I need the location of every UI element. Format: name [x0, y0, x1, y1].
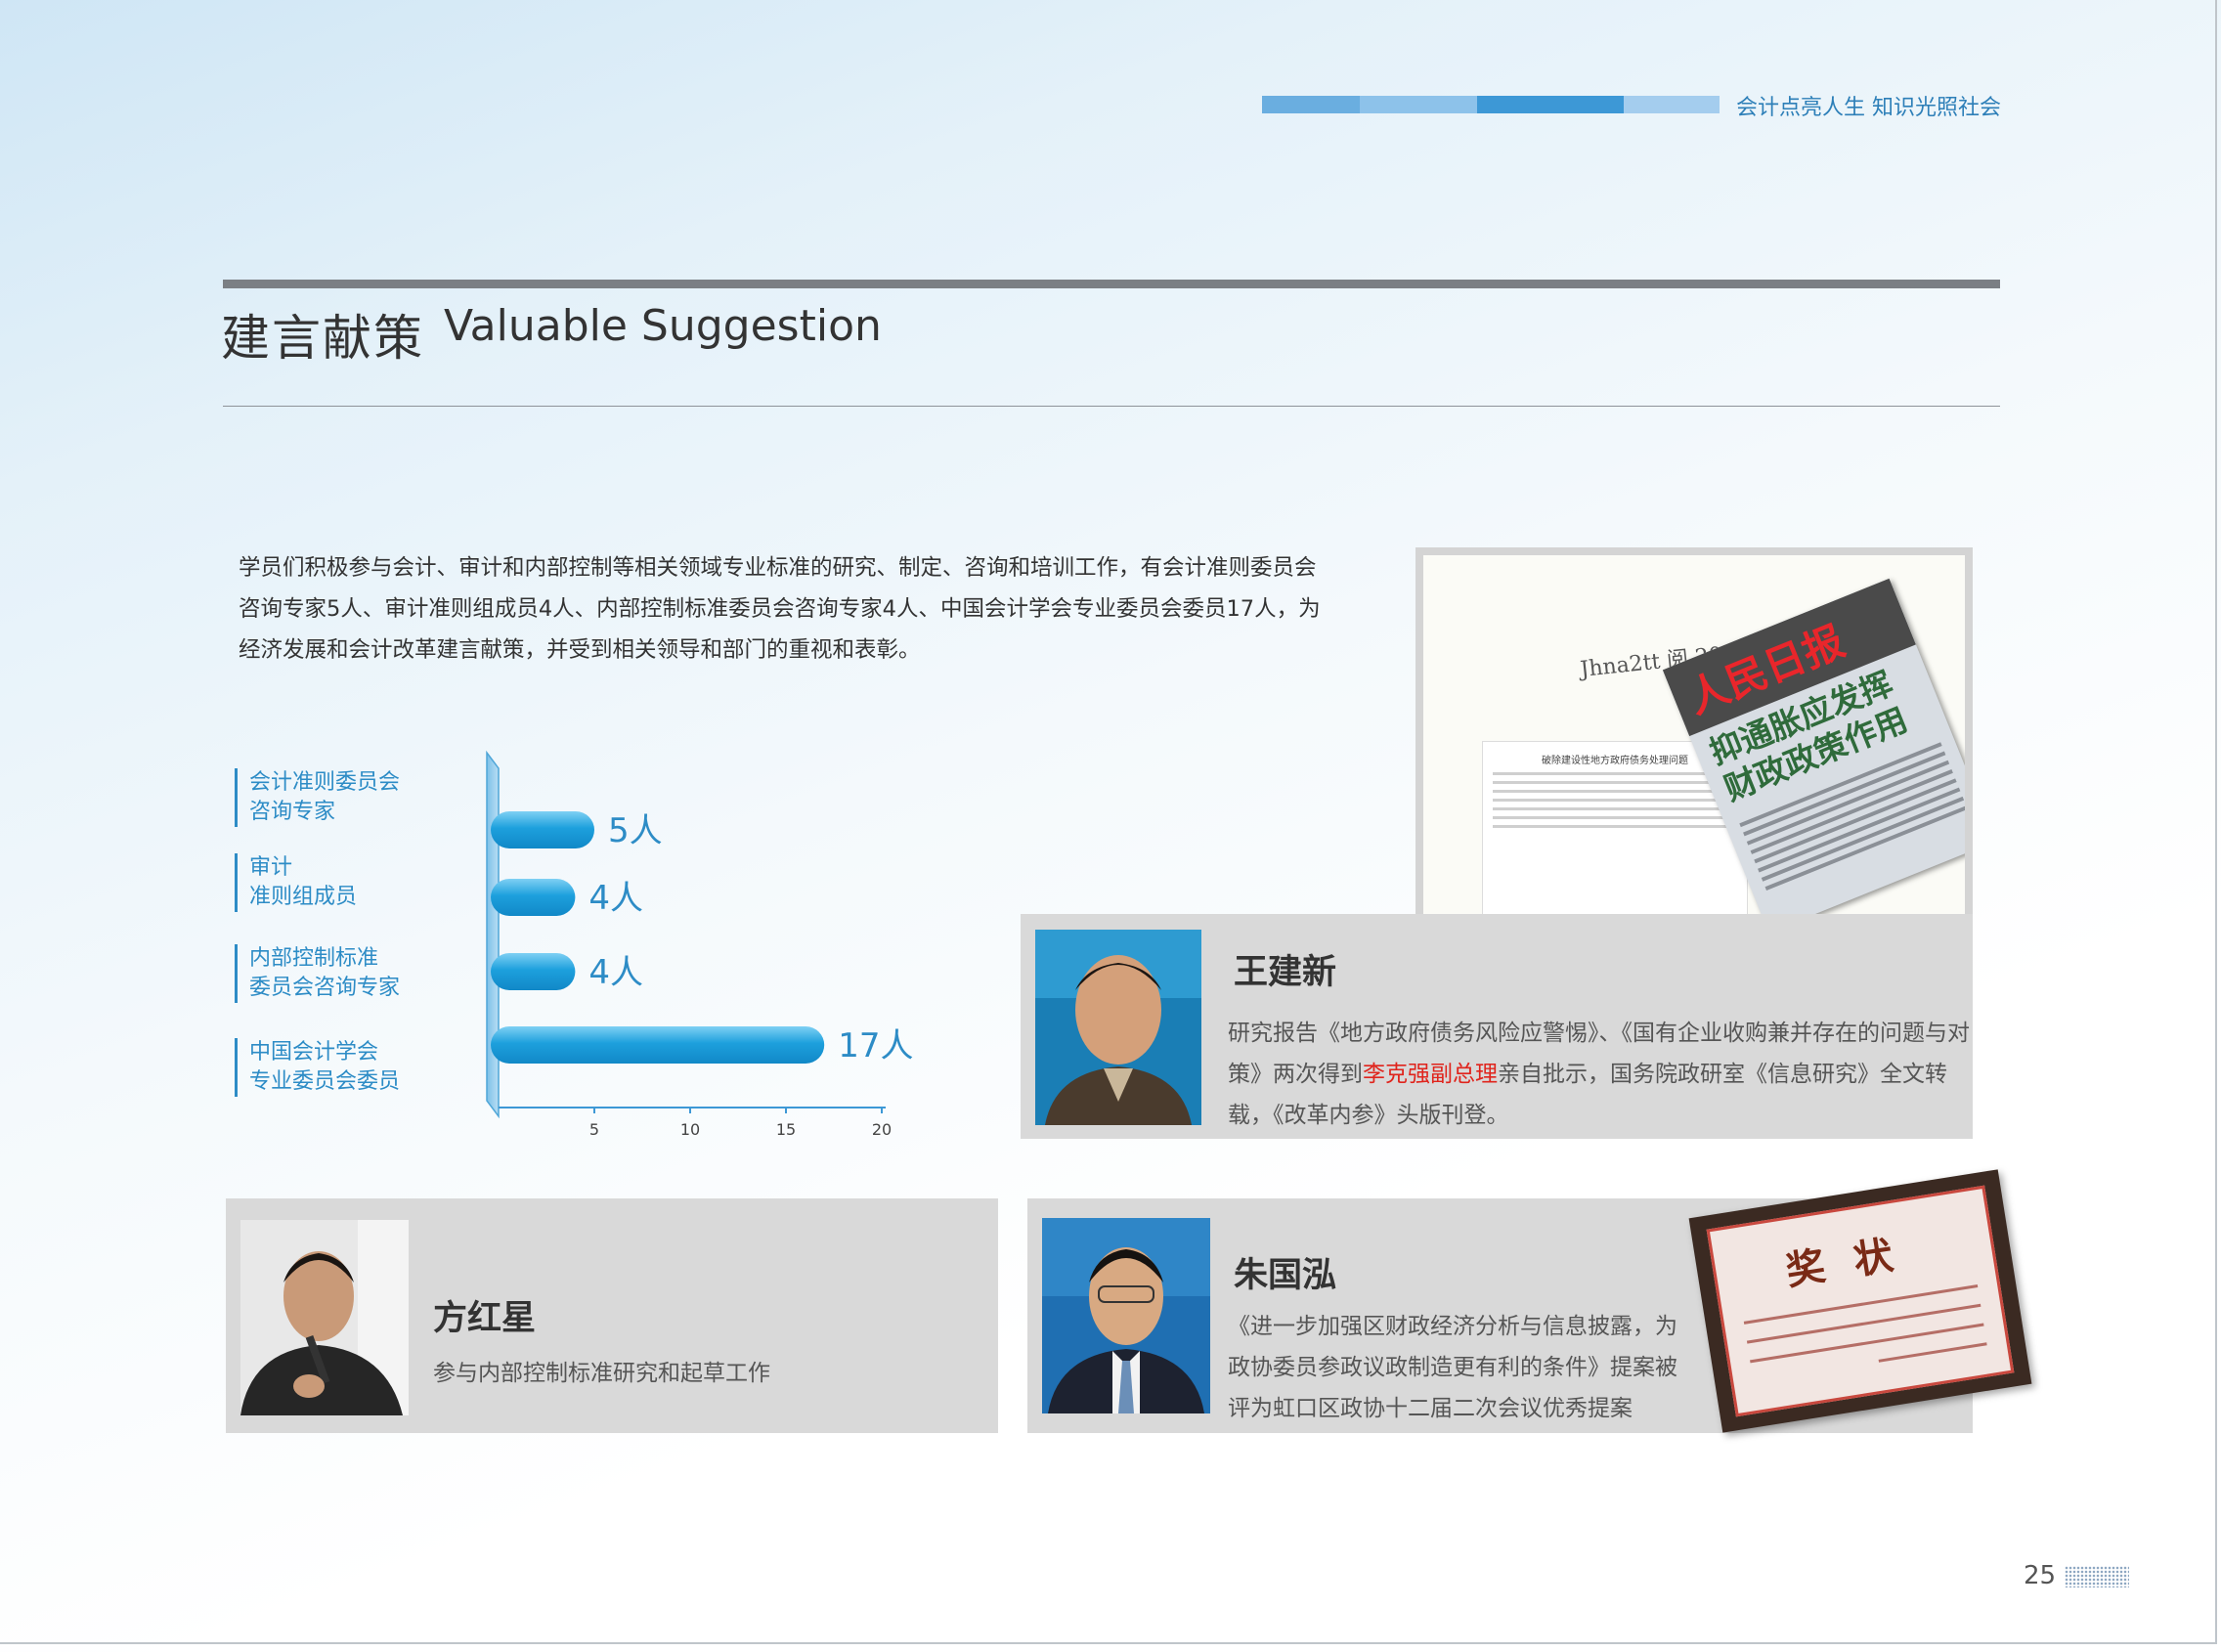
title-rule-top [223, 280, 2000, 288]
person-photo-fang [240, 1220, 409, 1415]
portrait-icon [1035, 930, 1201, 1125]
chart-bar-value-label: 17人 [838, 1026, 913, 1065]
text-line [1493, 781, 1737, 784]
person-photo-zhu [1042, 1218, 1210, 1413]
intro-paragraph: 学员们积极参与会计、审计和内部控制等相关领域专业标准的研究、制定、咨询和培训工作… [239, 555, 1321, 663]
portrait-icon [1042, 1218, 1210, 1413]
award-title: 奖状 [1782, 1227, 1926, 1295]
chart-category-line: 会计准则委员会 [249, 770, 401, 795]
header-bar-segment-1 [1262, 96, 1360, 113]
header-bar-segment-4 [1624, 96, 1720, 113]
chart-x-tick-label: 20 [872, 1120, 892, 1139]
chart-category-label: 审计 准则组成员 [235, 853, 464, 912]
newspaper-image: Jhna2tt 阅 2014 破除建设性地方政府债务处理问题 人民日报 抑通胀应… [1415, 547, 1973, 974]
person-description: 研究报告《地方政府债务风险应警惕》、《国有企业收购兼并存在的问题与对策》两次得到… [1228, 1013, 1971, 1136]
text-line [1493, 807, 1737, 810]
portrait-icon [240, 1220, 409, 1415]
text-line [1493, 816, 1737, 819]
chart-bar-value-label: 4人 [588, 879, 643, 918]
page-number: 25 [2024, 1561, 2057, 1590]
chart-category-line: 咨询专家 [249, 800, 336, 824]
title-rule-bottom [223, 406, 2000, 407]
chart-bar [491, 953, 576, 990]
text-line [1493, 825, 1737, 828]
chart-category-line: 审计 [249, 855, 293, 880]
chart-category-label: 内部控制标准 委员会咨询专家 [235, 944, 464, 1003]
page-title-en: Valuable Suggestion [444, 301, 882, 351]
page-number-dots [2065, 1566, 2129, 1587]
chart-bar [491, 879, 576, 916]
person-description: 参与内部控制标准研究和起草工作 [433, 1361, 770, 1386]
chart-bar [491, 811, 594, 848]
chart-bar-value-label: 5人 [608, 811, 663, 850]
newspaper-image-inner: Jhna2tt 阅 2014 破除建设性地方政府债务处理问题 人民日报 抑通胀应… [1423, 555, 1965, 966]
text-line [1746, 1303, 1981, 1344]
chart-x-tick-label: 15 [776, 1120, 796, 1139]
text-line [1493, 790, 1737, 793]
person-description: 《进一步加强区财政经济分析与信息披露，为政协委员参政议政制造更有利的条件》提案被… [1228, 1314, 1677, 1421]
bar-chart: 5 10 15 20 5人 4人 4人 17人 [486, 750, 913, 1139]
chart-category-line: 专业委员会委员 [249, 1069, 401, 1094]
text-line [1878, 1342, 1987, 1363]
chart-category-label: 中国会计学会 专业委员会委员 [235, 1038, 464, 1097]
person-name: 朱国泓 [1234, 1256, 1337, 1295]
chart-category-label: 会计准则委员会 咨询专家 [235, 768, 464, 827]
text-line [1493, 799, 1737, 802]
chart-bar-value-label: 4人 [588, 953, 643, 992]
chart-category-line: 委员会咨询专家 [249, 976, 401, 1000]
highlighted-leader-name: 李克强副总理 [1363, 1062, 1498, 1087]
chart-category-line: 内部控制标准 [249, 946, 379, 971]
person-photo-wang [1035, 930, 1201, 1125]
header-bar-segment-3 [1477, 96, 1624, 113]
chart-bar [491, 1026, 825, 1064]
header-tagline: 会计点亮人生 知识光照社会 [1736, 96, 2001, 120]
award-certificate-inner: 奖状 [1706, 1185, 2015, 1417]
chart-x-tick-label: 10 [680, 1120, 700, 1139]
chart-category-line: 中国会计学会 [249, 1040, 379, 1065]
text-line [1750, 1323, 1984, 1364]
chart-category-line: 准则组成员 [249, 885, 358, 909]
page-title-cn: 建言献策 [221, 310, 424, 367]
chart-axis-wall [486, 750, 500, 1119]
header-bar-segment-2 [1360, 96, 1477, 113]
person-name: 方红星 [433, 1299, 537, 1338]
person-name: 王建新 [1234, 953, 1337, 992]
text-line [1493, 772, 1737, 775]
chart-x-tick-label: 5 [589, 1120, 599, 1139]
